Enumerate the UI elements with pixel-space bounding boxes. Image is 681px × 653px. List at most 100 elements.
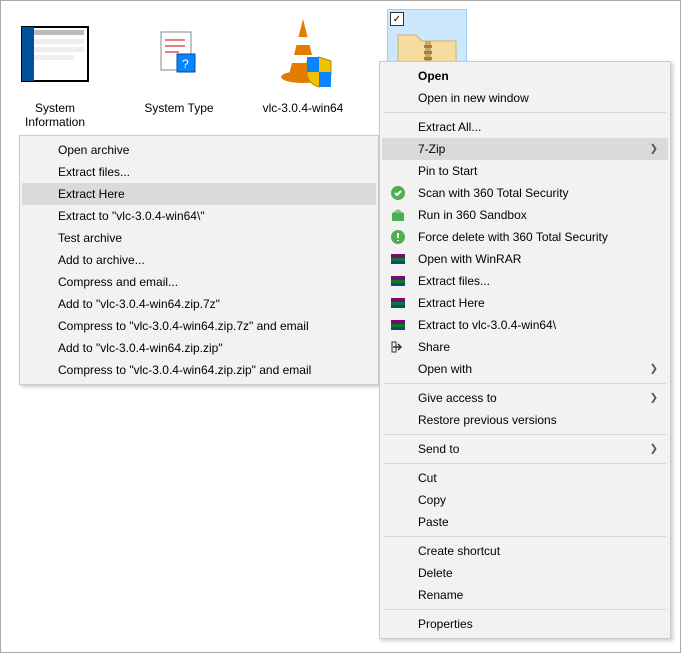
share-icon	[390, 339, 406, 355]
submenu-add-to-zip[interactable]: Add to "vlc-3.0.4-win64.zip.zip"	[22, 337, 376, 359]
context-menu: Open Open in new window Extract All... 7…	[379, 61, 671, 639]
menu-label: Give access to	[418, 391, 497, 405]
submenu-extract-here[interactable]: Extract Here	[22, 183, 376, 205]
menu-properties[interactable]: Properties	[382, 613, 668, 635]
menu-label: Create shortcut	[418, 544, 500, 558]
menu-separator	[384, 383, 666, 384]
submenu-add-to-archive[interactable]: Add to archive...	[22, 249, 376, 271]
menu-paste[interactable]: Paste	[382, 511, 668, 533]
chevron-right-icon: ❯	[650, 393, 658, 404]
menu-separator	[384, 463, 666, 464]
menu-share[interactable]: Share	[382, 336, 668, 358]
menu-label: Properties	[418, 617, 473, 631]
system-information-icon	[20, 17, 90, 89]
menu-label: Scan with 360 Total Security	[418, 186, 569, 200]
menu-label: Open with	[418, 362, 472, 376]
submenu-7zip: Open archive Extract files... Extract He…	[19, 135, 379, 385]
submenu-compress-7z-email[interactable]: Compress to "vlc-3.0.4-win64.zip.7z" and…	[22, 315, 376, 337]
menu-label: Extract files...	[418, 274, 490, 288]
menu-label: Force delete with 360 Total Security	[418, 230, 608, 244]
menu-label: 7-Zip	[418, 142, 445, 156]
icon-label: vlc-3.0.4-win64	[263, 101, 344, 115]
menu-label: Pin to Start	[418, 164, 477, 178]
menu-separator	[384, 434, 666, 435]
menu-give-access-to[interactable]: Give access to ❯	[382, 387, 668, 409]
menu-label: Share	[418, 340, 450, 354]
menu-label: Extract Here	[58, 187, 125, 201]
menu-rename[interactable]: Rename	[382, 584, 668, 606]
menu-open-new-window[interactable]: Open in new window	[382, 87, 668, 109]
sandbox-icon	[390, 207, 406, 223]
menu-label: Open archive	[58, 143, 129, 157]
submenu-test-archive[interactable]: Test archive	[22, 227, 376, 249]
menu-label: Extract All...	[418, 120, 481, 134]
menu-label: Compress and email...	[58, 275, 178, 289]
menu-label: Open	[418, 69, 449, 83]
winrar-icon	[390, 295, 406, 311]
menu-winrar-extract-to[interactable]: Extract to vlc-3.0.4-win64\	[382, 314, 668, 336]
vlc-cone-icon	[267, 13, 339, 93]
menu-label: Extract to "vlc-3.0.4-win64\"	[58, 209, 205, 223]
chevron-right-icon: ❯	[650, 444, 658, 455]
icon-system-information[interactable]: System Information	[7, 9, 103, 130]
chevron-right-icon: ❯	[650, 144, 658, 155]
menu-label: Add to "vlc-3.0.4-win64.zip.zip"	[58, 341, 223, 355]
submenu-extract-files[interactable]: Extract files...	[22, 161, 376, 183]
icon-label: System Information	[7, 101, 103, 130]
menu-label: Add to archive...	[58, 253, 145, 267]
menu-label: Extract to vlc-3.0.4-win64\	[418, 318, 556, 332]
winrar-icon	[390, 273, 406, 289]
menu-label: Restore previous versions	[418, 413, 557, 427]
chevron-right-icon: ❯	[650, 364, 658, 375]
submenu-open-archive[interactable]: Open archive	[22, 139, 376, 161]
menu-separator	[384, 536, 666, 537]
menu-create-shortcut[interactable]: Create shortcut	[382, 540, 668, 562]
menu-open-winrar[interactable]: Open with WinRAR	[382, 248, 668, 270]
menu-label: Open with WinRAR	[418, 252, 521, 266]
menu-7zip[interactable]: 7-Zip ❯	[382, 138, 668, 160]
menu-run-sandbox[interactable]: Run in 360 Sandbox	[382, 204, 668, 226]
selection-checkbox[interactable]: ✓	[390, 12, 404, 26]
menu-scan-360[interactable]: Scan with 360 Total Security	[382, 182, 668, 204]
menu-label: Delete	[418, 566, 453, 580]
submenu-add-to-7z[interactable]: Add to "vlc-3.0.4-win64.zip.7z"	[22, 293, 376, 315]
menu-restore-versions[interactable]: Restore previous versions	[382, 409, 668, 431]
menu-send-to[interactable]: Send to ❯	[382, 438, 668, 460]
submenu-compress-zip-email[interactable]: Compress to "vlc-3.0.4-win64.zip.zip" an…	[22, 359, 376, 381]
menu-label: Send to	[418, 442, 459, 456]
system-type-icon: ?	[157, 28, 201, 78]
menu-open[interactable]: Open	[382, 65, 668, 87]
menu-delete[interactable]: Delete	[382, 562, 668, 584]
menu-open-with[interactable]: Open with ❯	[382, 358, 668, 380]
menu-extract-all[interactable]: Extract All...	[382, 116, 668, 138]
menu-label: Open in new window	[418, 91, 529, 105]
menu-separator	[384, 112, 666, 113]
menu-label: Test archive	[58, 231, 122, 245]
winrar-icon	[390, 317, 406, 333]
menu-label: Cut	[418, 471, 437, 485]
menu-label: Extract Here	[418, 296, 485, 310]
menu-winrar-extract-here[interactable]: Extract Here	[382, 292, 668, 314]
menu-copy[interactable]: Copy	[382, 489, 668, 511]
shield-green-icon	[390, 185, 406, 201]
submenu-compress-email[interactable]: Compress and email...	[22, 271, 376, 293]
menu-label: Paste	[418, 515, 449, 529]
menu-force-delete[interactable]: Force delete with 360 Total Security	[382, 226, 668, 248]
menu-label: Compress to "vlc-3.0.4-win64.zip.7z" and…	[58, 319, 309, 333]
icon-system-type[interactable]: ? System Type	[131, 9, 227, 130]
svg-text:?: ?	[182, 57, 189, 71]
menu-label: Compress to "vlc-3.0.4-win64.zip.zip" an…	[58, 363, 311, 377]
menu-cut[interactable]: Cut	[382, 467, 668, 489]
menu-winrar-extract-files[interactable]: Extract files...	[382, 270, 668, 292]
winrar-icon	[390, 251, 406, 267]
menu-label: Run in 360 Sandbox	[418, 208, 527, 222]
menu-label: Copy	[418, 493, 446, 507]
menu-label: Extract files...	[58, 165, 130, 179]
force-delete-icon	[390, 229, 406, 245]
icon-label: System Type	[144, 101, 213, 115]
submenu-extract-to[interactable]: Extract to "vlc-3.0.4-win64\"	[22, 205, 376, 227]
menu-label: Add to "vlc-3.0.4-win64.zip.7z"	[58, 297, 220, 311]
menu-pin-to-start[interactable]: Pin to Start	[382, 160, 668, 182]
menu-separator	[384, 609, 666, 610]
icon-vlc-exe[interactable]: vlc-3.0.4-win64	[255, 9, 351, 130]
